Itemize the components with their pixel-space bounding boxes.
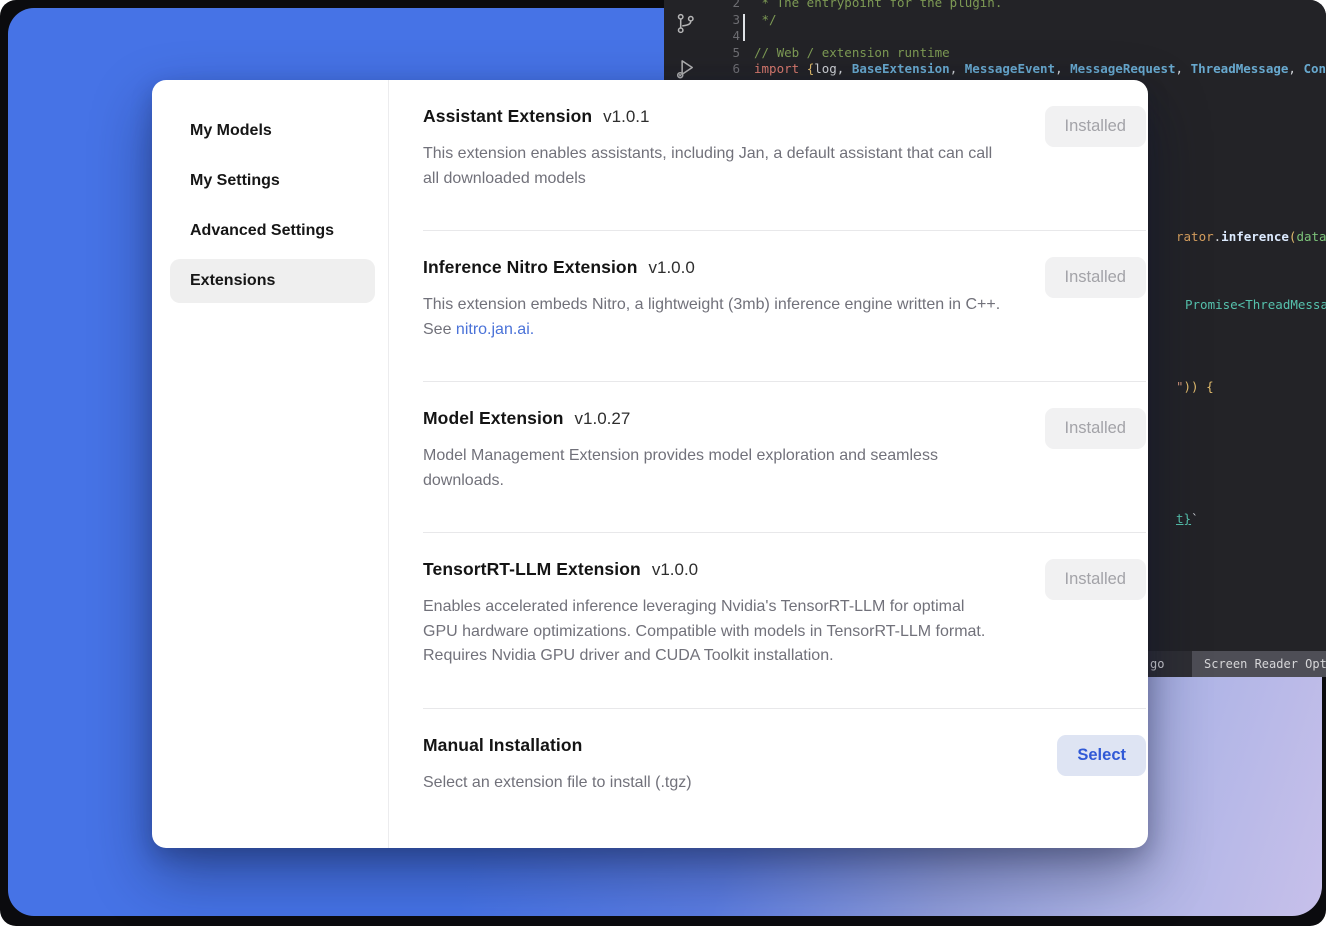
select-button[interactable]: Select	[1057, 735, 1146, 776]
screenshot-frame: 2 * The entrypoint for the plugin.3 */45…	[0, 0, 1326, 926]
run-debug-icon[interactable]	[674, 57, 697, 80]
installed-button[interactable]: Installed	[1045, 106, 1146, 147]
extension-version: v1.0.0	[652, 560, 698, 580]
extension-description: Enables accelerated inference leveraging…	[423, 595, 1001, 669]
extension-row: TensortRT-LLM Extension v1.0.0 Enables a…	[423, 533, 1146, 709]
installed-button[interactable]: Installed	[1045, 559, 1146, 600]
installed-button[interactable]: Installed	[1045, 408, 1146, 449]
source-control-icon[interactable]	[674, 12, 697, 35]
extension-version: v1.0.0	[649, 258, 695, 278]
extension-link[interactable]: nitro.jan.ai.	[456, 321, 534, 338]
extension-row: Inference Nitro Extension v1.0.0 This ex…	[423, 231, 1146, 382]
manual-installation-row: Manual Installation Select an extension …	[423, 709, 1146, 835]
installed-button[interactable]: Installed	[1045, 257, 1146, 298]
extension-description: This extension embeds Nitro, a lightweig…	[423, 293, 1001, 342]
extension-description: This extension enables assistants, inclu…	[423, 142, 1001, 191]
manual-installation-description: Select an extension file to install (.tg…	[423, 771, 1001, 796]
extension-name: Model Extension	[423, 408, 564, 429]
extension-row: Assistant Extension v1.0.1 This extensio…	[423, 80, 1146, 231]
extension-name: TensortRT-LLM Extension	[423, 559, 641, 580]
editor-cursor	[743, 14, 745, 41]
extension-name: Inference Nitro Extension	[423, 257, 638, 278]
extension-version: v1.0.1	[603, 107, 649, 127]
settings-modal: My Models My Settings Advanced Settings Ext…	[152, 80, 1148, 848]
sidebar-item-my-settings[interactable]: My Settings	[170, 159, 375, 203]
sidebar-item-extensions[interactable]: Extensions	[170, 259, 375, 303]
sidebar-item-my-models[interactable]: My Models	[170, 109, 375, 153]
screen-reader-optimized-chip[interactable]: Screen Reader Optimized	[1192, 651, 1326, 677]
extension-version: v1.0.27	[575, 409, 631, 429]
manual-installation-title: Manual Installation	[423, 735, 582, 756]
editor-code-area[interactable]: 2 * The entrypoint for the plugin.3 */45…	[706, 0, 1326, 78]
settings-sidebar: My Models My Settings Advanced Settings Ext…	[152, 80, 389, 848]
status-bar-left-text: go	[1150, 651, 1164, 677]
extensions-list: Assistant Extension v1.0.1 This extensio…	[389, 80, 1148, 848]
sidebar-item-advanced-settings[interactable]: Advanced Settings	[170, 209, 375, 253]
extension-description: Model Management Extension provides mode…	[423, 444, 1001, 493]
extension-name: Assistant Extension	[423, 106, 592, 127]
extension-row: Model Extension v1.0.27 Model Management…	[423, 382, 1146, 533]
